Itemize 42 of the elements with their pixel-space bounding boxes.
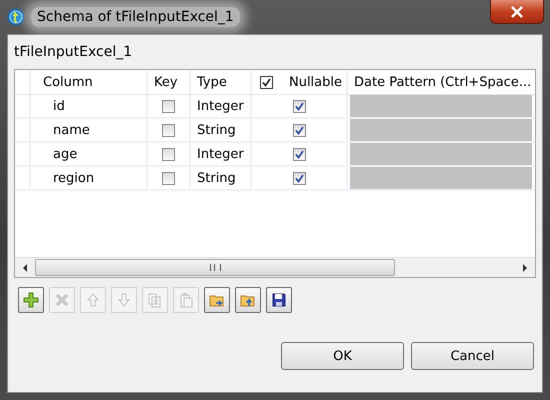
table-cell: Integer xyxy=(197,98,244,114)
cross-icon xyxy=(54,292,70,308)
table-cell: Integer xyxy=(197,146,244,162)
column-header[interactable]: Key xyxy=(154,74,178,90)
document-icon xyxy=(147,292,163,308)
table-cell: String xyxy=(197,170,236,186)
import-button[interactable] xyxy=(204,287,230,313)
app-logo-icon xyxy=(7,8,25,26)
export-button[interactable] xyxy=(235,287,261,313)
table-cell: String xyxy=(197,122,236,138)
component-name: tFileInputExcel_1 xyxy=(14,43,134,62)
table-cell: id xyxy=(53,98,65,114)
nullable-checkbox[interactable] xyxy=(292,148,306,160)
ok-button[interactable]: OK xyxy=(281,342,404,370)
save-button[interactable] xyxy=(266,287,292,313)
nullable-checkbox[interactable] xyxy=(292,172,306,184)
down-arrow-icon xyxy=(116,292,132,308)
key-checkbox[interactable] xyxy=(162,124,175,136)
add-button[interactable] xyxy=(18,287,44,313)
nullable-checkbox[interactable] xyxy=(292,124,306,136)
close-button[interactable] xyxy=(490,0,544,24)
plus-icon xyxy=(23,292,39,308)
up-arrow-icon xyxy=(85,292,101,308)
column-header[interactable]: Date Pattern (Ctrl+Space... xyxy=(354,74,532,90)
table-cell: region xyxy=(53,170,94,186)
nullable-checkbox[interactable] xyxy=(292,100,306,112)
column-header[interactable]: Type xyxy=(197,74,227,90)
clipboard-icon xyxy=(178,292,194,308)
column-header[interactable]: Nullable xyxy=(288,74,342,90)
table-cell: age xyxy=(53,146,78,162)
cancel-button[interactable]: Cancel xyxy=(411,342,534,370)
scroll-right-icon[interactable] xyxy=(521,264,529,272)
table-cell: name xyxy=(53,122,90,138)
key-checkbox[interactable] xyxy=(162,148,175,160)
window-title: Schema of tFileInputExcel_1 xyxy=(31,7,240,27)
scroll-left-icon[interactable] xyxy=(21,264,29,272)
horizontal-scrollbar[interactable] xyxy=(15,257,535,277)
close-icon xyxy=(510,6,524,18)
key-checkbox[interactable] xyxy=(162,172,175,184)
key-checkbox[interactable] xyxy=(162,100,175,112)
column-header[interactable]: Column xyxy=(43,74,93,90)
header-checkbox[interactable] xyxy=(260,76,273,88)
